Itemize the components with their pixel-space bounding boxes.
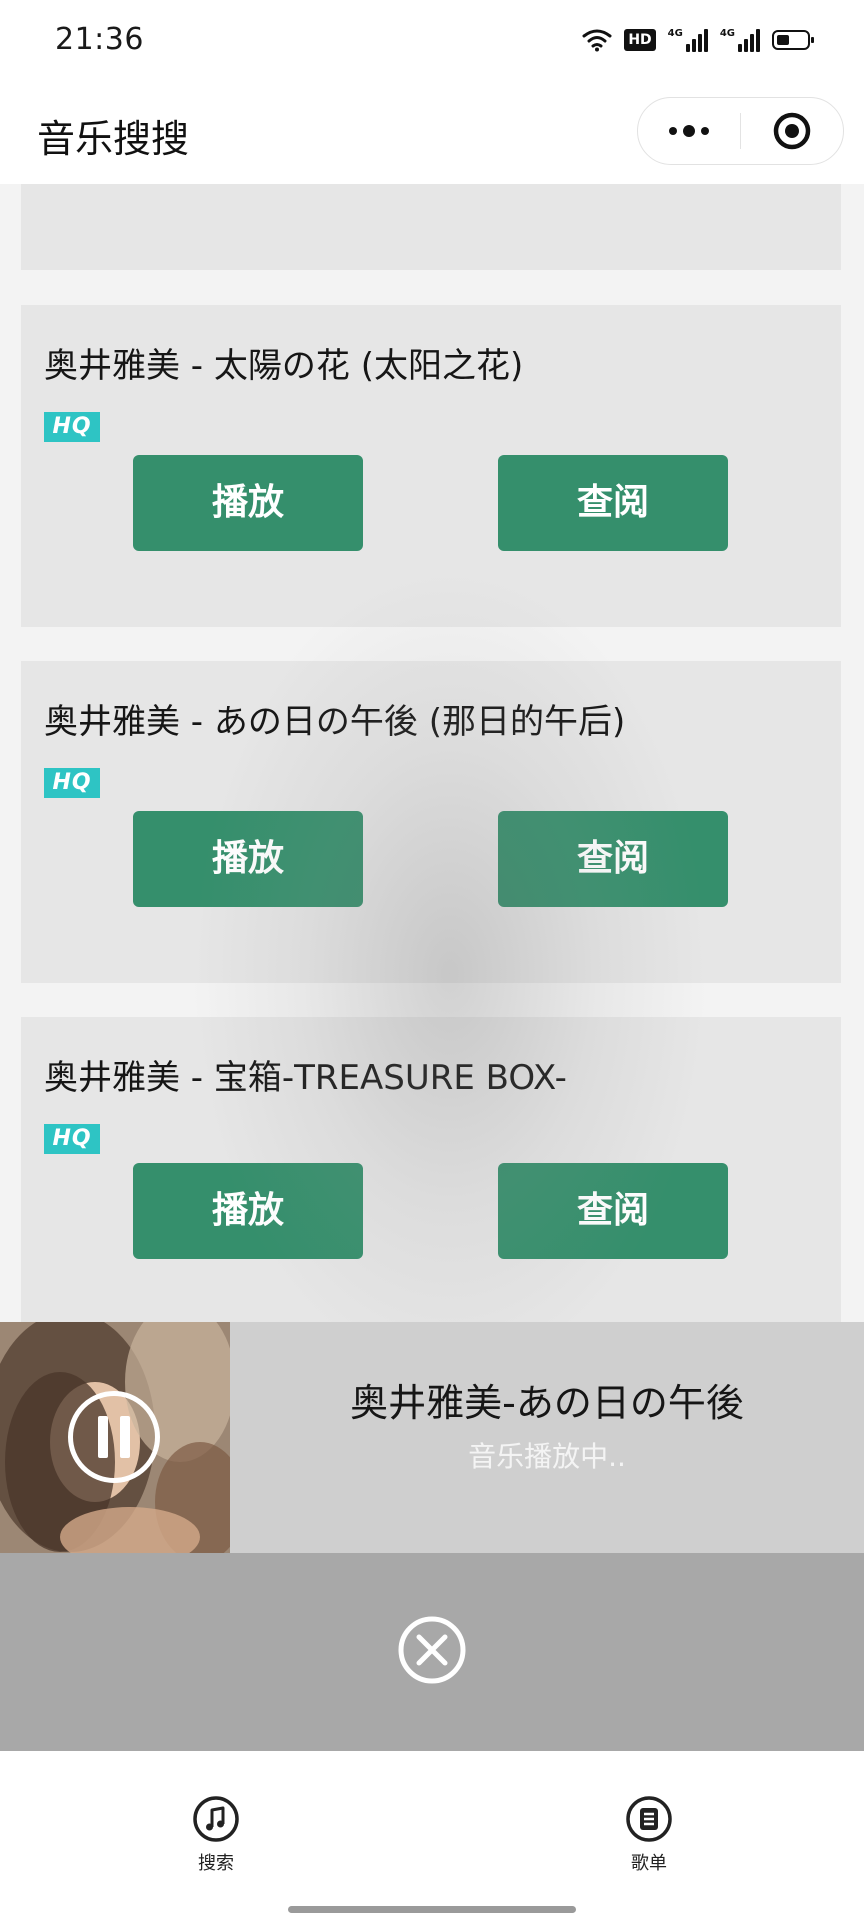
play-button[interactable]: 播放: [133, 811, 363, 907]
signal-2-icon: 4G: [719, 27, 760, 52]
player-close-area: [0, 1553, 864, 1751]
pause-button[interactable]: [68, 1391, 160, 1483]
list-icon: [626, 1796, 672, 1842]
view-button[interactable]: 查阅: [498, 455, 728, 551]
target-circle-icon: [773, 112, 811, 150]
song-card: 播放 查阅: [21, 184, 841, 270]
title-bar: 音乐搜搜: [0, 80, 864, 184]
song-title[interactable]: 奥井雅美 - あの日の午後 (那日的午后): [44, 694, 625, 743]
now-playing-title: 奥井雅美-あの日の午後: [350, 1381, 744, 1425]
hq-badge: HQ: [44, 412, 100, 442]
tab-search[interactable]: 搜索: [156, 1795, 276, 1875]
song-card: 奥井雅美 - 太陽の花 (太阳之花) HQ 播放 查阅: [21, 305, 841, 627]
mini-player: 奥井雅美-あの日の午後 音乐播放中..: [0, 1322, 864, 1553]
song-card: 奥井雅美 - あの日の午後 (那日的午后) HQ 播放 查阅: [21, 661, 841, 983]
tab-search-label: 搜索: [198, 1853, 234, 1874]
more-dots-icon: [668, 125, 709, 137]
signal-2-label: 4G: [719, 27, 735, 39]
playback-status: 音乐播放中..: [468, 1440, 626, 1473]
close-miniprogram-button[interactable]: [741, 98, 843, 164]
close-circle-icon[interactable]: [398, 1616, 466, 1684]
song-list[interactable]: 播放 查阅 奥井雅美 - 太陽の花 (太阳之花) HQ 播放 查阅 奥井雅美 -…: [0, 184, 864, 1322]
home-indicator[interactable]: [288, 1906, 576, 1913]
play-button[interactable]: 播放: [133, 1163, 363, 1259]
wifi-icon: [582, 29, 612, 52]
view-button[interactable]: 查阅: [498, 1163, 728, 1259]
mini-program-capsule: [637, 97, 844, 165]
hq-badge: HQ: [44, 768, 100, 798]
album-art[interactable]: [0, 1322, 230, 1553]
battery-icon: [772, 30, 814, 50]
pause-bar-right: [120, 1416, 130, 1458]
more-button[interactable]: [638, 98, 740, 164]
tab-playlist-label: 歌单: [631, 1853, 667, 1874]
signal-1-label: 4G: [667, 27, 683, 39]
status-time: 21:36: [55, 22, 144, 57]
song-title[interactable]: 奥井雅美 - 宝箱-TREASURE BOX-: [44, 1050, 567, 1099]
song-card: 奥井雅美 - 宝箱-TREASURE BOX- HQ 播放 查阅: [21, 1017, 841, 1322]
view-button[interactable]: 查阅: [498, 811, 728, 907]
tab-bar: 搜索 歌单: [0, 1751, 864, 1920]
signal-1-icon: 4G: [667, 27, 708, 52]
page-title: 音乐搜搜: [37, 117, 190, 161]
song-title[interactable]: 奥井雅美 - 太陽の花 (太阳之花): [44, 338, 523, 387]
status-icons: HD 4G 4G: [582, 24, 814, 56]
music-note-icon: [193, 1796, 239, 1842]
hd-badge: HD: [624, 29, 656, 51]
play-button[interactable]: 播放: [133, 455, 363, 551]
hq-badge: HQ: [44, 1124, 100, 1154]
tab-playlist[interactable]: 歌单: [589, 1795, 709, 1875]
pause-bar-left: [98, 1416, 108, 1458]
status-bar: 21:36 HD 4G 4G: [0, 0, 864, 80]
